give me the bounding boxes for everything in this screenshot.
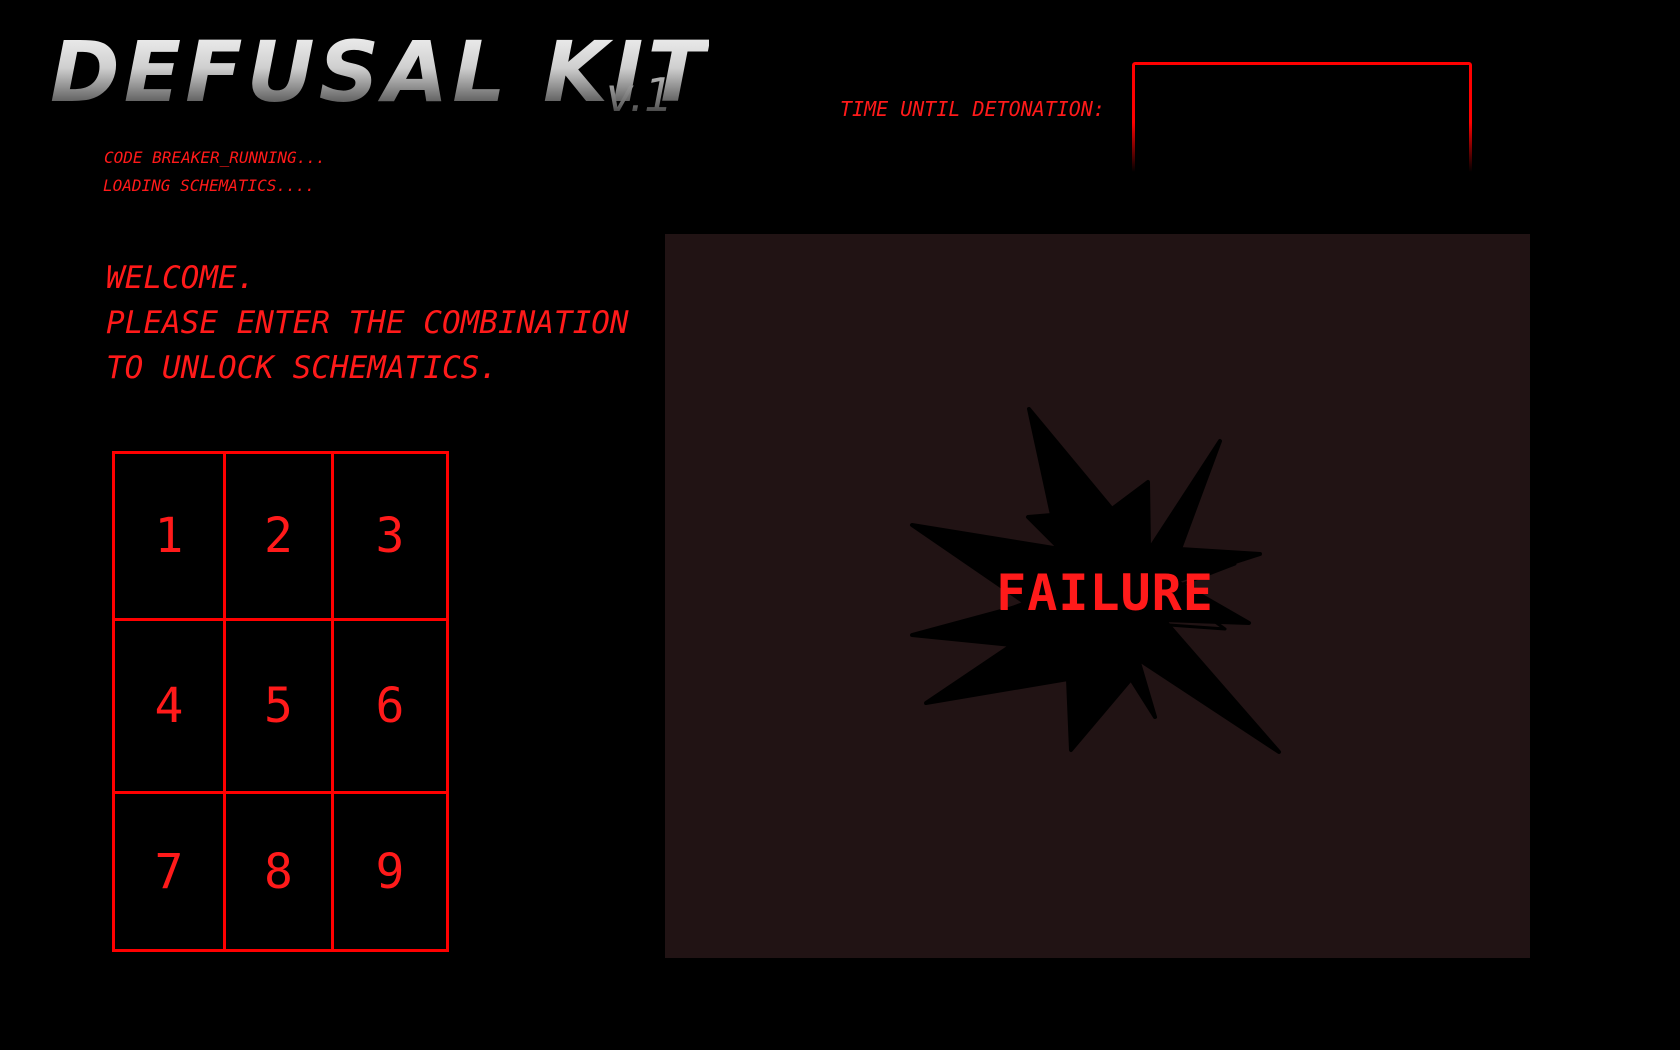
- schematic-panel: FAILURE: [665, 234, 1530, 958]
- keypad-key-8[interactable]: 8: [226, 794, 334, 949]
- keypad-key-6[interactable]: 6: [334, 621, 446, 794]
- welcome-message: WELCOME. PLEASE ENTER THE COMBINATION TO…: [106, 256, 629, 391]
- keypad-key-3[interactable]: 3: [334, 454, 446, 621]
- keypad: 1 2 3 4 5 6 7 8 9: [112, 451, 449, 952]
- keypad-key-2[interactable]: 2: [226, 454, 334, 621]
- welcome-line: WELCOME.: [106, 260, 256, 296]
- failure-text: FAILURE: [996, 564, 1214, 622]
- timer-label: TIME UNTIL DETONATION:: [840, 97, 1105, 121]
- version-label: v.1: [606, 68, 674, 122]
- welcome-line: PLEASE ENTER THE COMBINATION: [106, 305, 629, 341]
- welcome-line: TO UNLOCK SCHEMATICS.: [106, 350, 498, 386]
- timer-value: [1140, 72, 1464, 152]
- keypad-key-7[interactable]: 7: [115, 794, 226, 949]
- status-line-code-breaker: CODE BREAKER_RUNNING...: [104, 148, 326, 167]
- keypad-key-1[interactable]: 1: [115, 454, 226, 621]
- keypad-key-9[interactable]: 9: [334, 794, 446, 949]
- status-line-loading: LOADING SCHEMATICS....: [103, 176, 315, 195]
- keypad-key-4[interactable]: 4: [115, 621, 226, 794]
- keypad-key-5[interactable]: 5: [226, 621, 334, 794]
